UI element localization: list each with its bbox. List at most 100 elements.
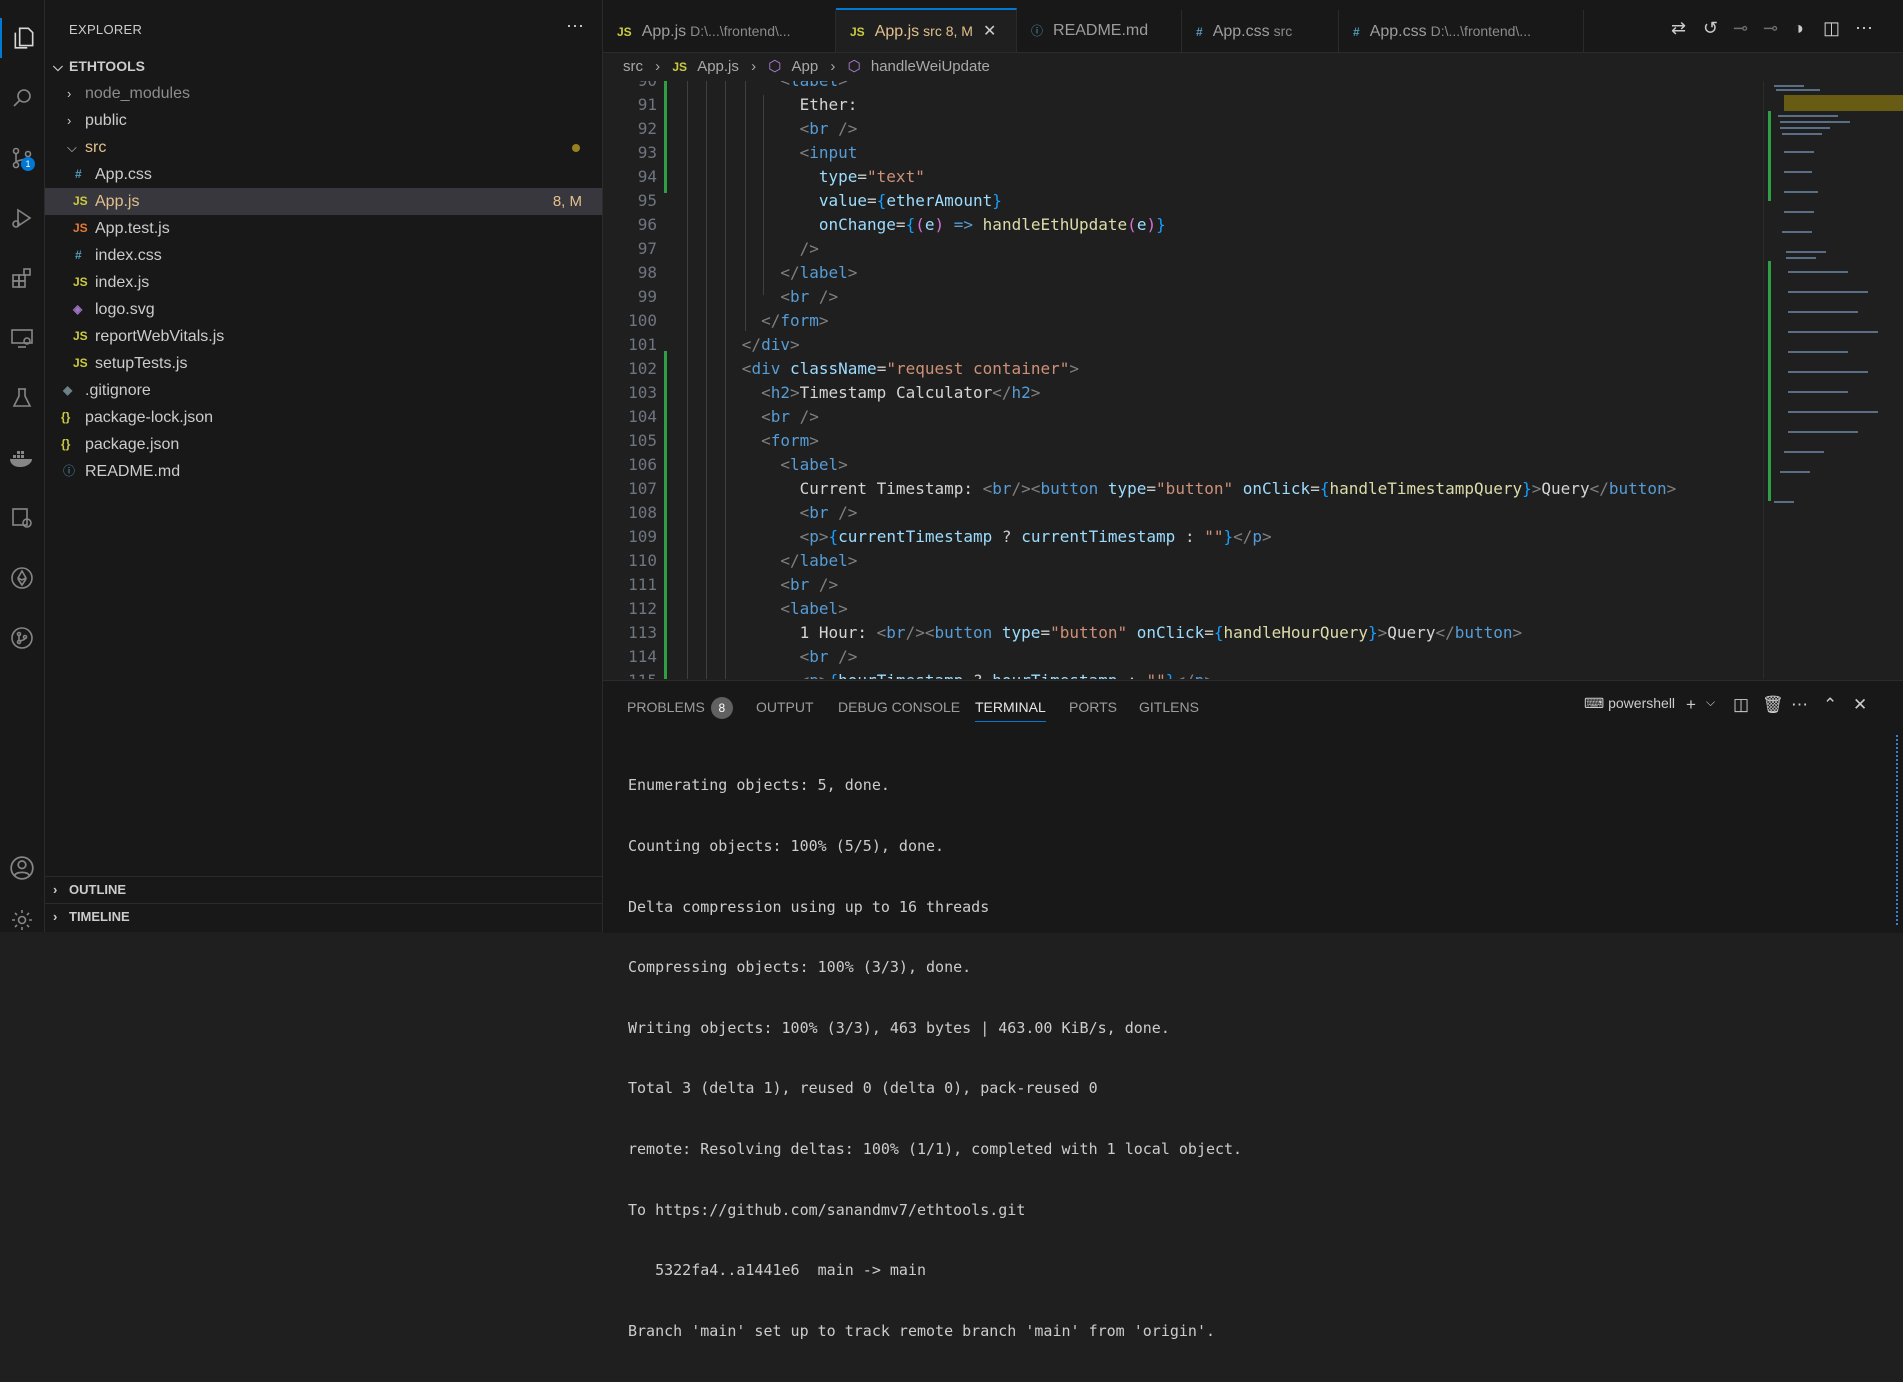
breadcrumb-src[interactable]: src	[623, 58, 643, 75]
extensions-icon[interactable]	[0, 258, 44, 298]
tree-folder-node-modules[interactable]: › node_modules	[45, 80, 602, 107]
tab-problems[interactable]: PROBLEMS 8	[627, 693, 733, 721]
tab-app-js-frontend[interactable]: JS App.js D:\...\frontend\...	[603, 10, 836, 52]
tree-file-app-js[interactable]: JS App.js 8, M	[45, 188, 602, 215]
manage-gear-icon[interactable]	[0, 900, 44, 940]
close-panel-icon[interactable]: ✕	[1853, 695, 1867, 715]
tree-file-package-json[interactable]: {} package.json	[45, 431, 602, 458]
remote-explorer-icon[interactable]	[0, 318, 44, 358]
trash-icon[interactable]: 🗑	[1762, 695, 1784, 715]
timeline-toggle-icon[interactable]: ◑	[1793, 18, 1804, 39]
code-line-96: onChange={(e) => handleEthUpdate(e)}	[818, 215, 1166, 234]
git-file-icon: ◆	[63, 383, 73, 397]
js-file-icon: JS	[73, 356, 88, 370]
tree-file-index-js[interactable]: JS index.js	[45, 269, 602, 296]
line-number: 113	[628, 623, 657, 642]
js-file-icon: JS	[73, 275, 88, 289]
breadcrumb-symbol-method[interactable]: handleWeiUpdate	[871, 58, 990, 75]
tree-file-package-lock-json[interactable]: {} package-lock.json	[45, 404, 602, 431]
breadcrumb-file[interactable]: App.js	[697, 58, 739, 75]
ethereum-icon[interactable]	[0, 558, 44, 598]
more-actions-icon[interactable]: ⋯	[1855, 18, 1873, 39]
tab-terminal[interactable]: TERMINAL	[975, 693, 1046, 722]
chevron-down-icon[interactable]: ⌵	[1706, 695, 1715, 710]
line-number: 108	[628, 503, 657, 522]
next-change-icon[interactable]: ⊸	[1763, 18, 1778, 39]
tree-file-app-css[interactable]: # App.css	[45, 161, 602, 188]
chevron-right-icon: ›	[53, 909, 58, 924]
line-number: 91	[637, 95, 657, 114]
git-graph-icon[interactable]	[0, 618, 44, 658]
terminal-shell-selector[interactable]: ⌨ powershell	[1584, 695, 1675, 712]
code-line-109: <p>{currentTimestamp ? currentTimestamp …	[799, 527, 1272, 546]
json-file-icon: {}	[61, 437, 71, 451]
code-line-115: <p>{hourTimestamp ? hourTimestamp : ""}<…	[684, 671, 1214, 679]
line-number: 96	[637, 215, 657, 234]
testing-icon[interactable]	[0, 378, 44, 418]
account-icon[interactable]	[0, 848, 44, 888]
line-number: 109	[628, 527, 657, 546]
chevron-right-icon: ›	[67, 86, 72, 101]
code-line-105: <form>	[761, 431, 819, 450]
tree-file-reportwebvitals-js[interactable]: JS reportWebVitals.js	[45, 323, 602, 350]
line-number: 90	[603, 81, 657, 90]
tab-app-js-src[interactable]: JS App.js src 8, M ✕	[836, 8, 1017, 52]
split-editor-icon[interactable]: ◫	[1823, 18, 1840, 39]
tree-folder-public[interactable]: › public	[45, 107, 602, 134]
tab-output[interactable]: OUTPUT	[756, 693, 814, 721]
minimap[interactable]	[1763, 81, 1903, 679]
tab-gitlens[interactable]: GITLENS	[1139, 693, 1199, 721]
close-icon[interactable]: ✕	[983, 23, 996, 40]
line-number: 101	[628, 335, 657, 354]
maximize-panel-icon[interactable]: ⌃	[1823, 695, 1837, 715]
tree-item-label: package-lock.json	[85, 409, 214, 426]
terminal-output[interactable]: Enumerating objects: 5, done. Counting o…	[628, 735, 1868, 1382]
timeline-section[interactable]: › TIMELINE	[45, 903, 602, 930]
terminal-line: Delta compression using up to 16 threads	[628, 897, 990, 916]
explorer-icon[interactable]	[0, 18, 46, 58]
code-line-91: Ether:	[799, 95, 858, 114]
line-number: 105	[628, 431, 657, 450]
tab-app-css-src[interactable]: # App.css src	[1182, 10, 1339, 52]
tree-file-readme-md[interactable]: ⓘ README.md	[45, 458, 602, 485]
more-actions-icon[interactable]: ⋯	[566, 16, 584, 37]
tree-file-app-test-js[interactable]: JS App.test.js	[45, 215, 602, 242]
code-editor[interactable]: 90 91 92 93 94 95 96 97 98 99 100 101 102 103 104 105 10…	[603, 81, 1763, 679]
breadcrumb-symbol-app[interactable]: App	[792, 58, 819, 75]
chevron-right-icon: ›	[53, 882, 58, 897]
modified-dot-icon	[572, 144, 580, 152]
tree-file-logo-svg[interactable]: ◈ logo.svg	[45, 296, 602, 323]
chevron-right-icon: ›	[830, 58, 836, 75]
tab-app-css-frontend[interactable]: # App.css D:\...\frontend\...	[1339, 10, 1584, 52]
tab-ports[interactable]: PORTS	[1069, 693, 1117, 721]
compare-changes-icon[interactable]: ⇄	[1671, 18, 1686, 39]
tab-label: App.js	[874, 23, 920, 40]
terminal-line: To https://github.com/sanandmv7/ethtools…	[628, 1200, 1026, 1219]
tab-label: App.css	[1212, 23, 1270, 40]
timeline-label: TIMELINE	[69, 909, 130, 924]
new-terminal-icon[interactable]: +	[1686, 695, 1696, 715]
bookmark-settings-icon[interactable]	[0, 498, 44, 538]
workspace-root-label: ETHTOOLS	[69, 58, 145, 74]
search-icon[interactable]	[0, 78, 44, 118]
info-icon: ⓘ	[1031, 24, 1044, 38]
tree-file-setuptests-js[interactable]: JS setupTests.js	[45, 350, 602, 377]
workspace-root[interactable]: ⌵ ETHTOOLS	[45, 53, 602, 80]
tab-debug-console[interactable]: DEBUG CONSOLE	[838, 693, 960, 721]
tree-folder-src[interactable]: ⌵ src	[45, 134, 602, 161]
source-control-icon[interactable]: 1	[0, 138, 44, 178]
open-changes-icon[interactable]: ↺	[1703, 18, 1718, 39]
tab-readme-md[interactable]: ⓘ README.md	[1017, 10, 1182, 52]
terminal-line: 5322fa4..a1441e6 main -> main	[628, 1261, 927, 1280]
terminal-line: Writing objects: 100% (3/3), 463 bytes |…	[628, 1018, 1170, 1037]
docker-icon[interactable]	[0, 438, 44, 478]
tree-file-gitignore[interactable]: ◆ .gitignore	[45, 377, 602, 404]
more-actions-icon[interactable]: ⋯	[1791, 695, 1808, 715]
css-file-icon: #	[1353, 25, 1360, 39]
outline-section[interactable]: › OUTLINE	[45, 876, 602, 903]
run-debug-icon[interactable]	[0, 198, 44, 238]
split-terminal-icon[interactable]: ◫	[1733, 695, 1749, 715]
line-number: 114	[628, 647, 657, 666]
tree-file-index-css[interactable]: # index.css	[45, 242, 602, 269]
previous-change-icon[interactable]: ⊸	[1733, 18, 1748, 39]
